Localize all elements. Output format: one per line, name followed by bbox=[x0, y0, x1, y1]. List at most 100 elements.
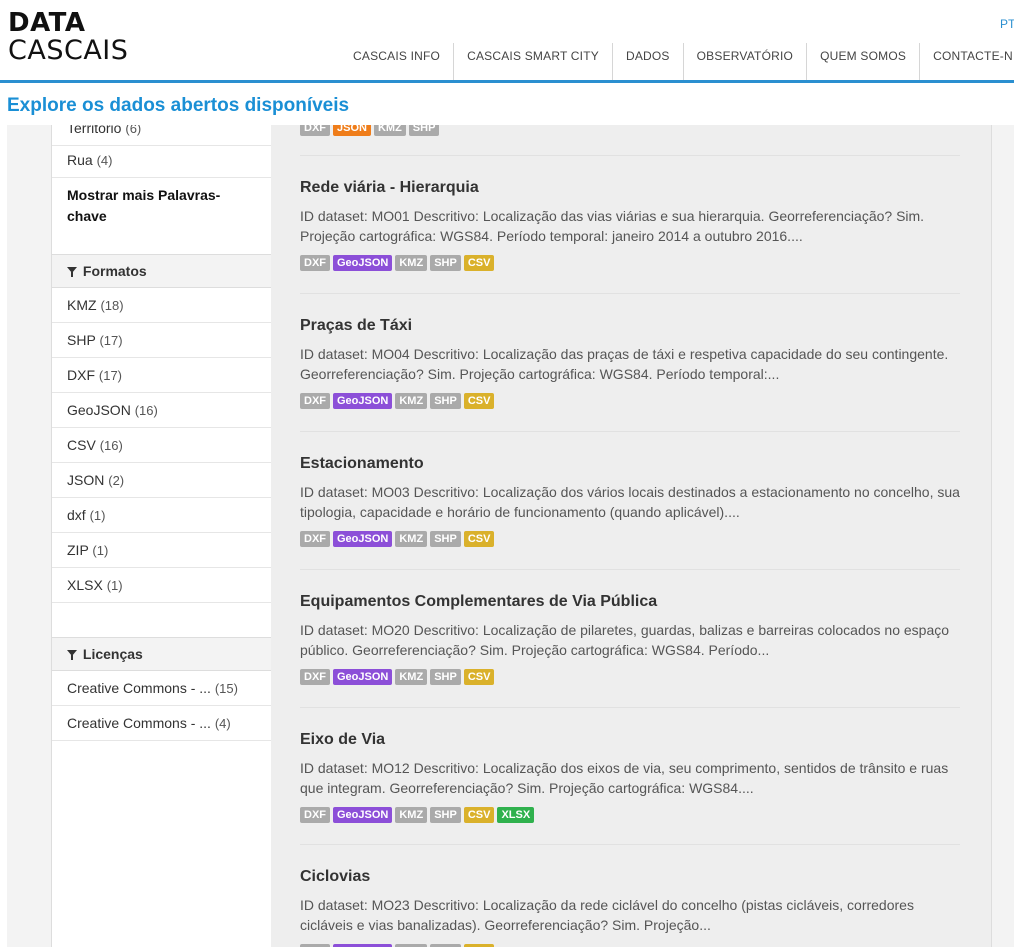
format-badge-csv: CSV bbox=[463, 531, 495, 547]
dataset-description: ID dataset: MO03 Descritivo: Localização… bbox=[300, 482, 960, 522]
facet-label: GeoJSON bbox=[67, 402, 131, 418]
dataset-description-line: cicláveis e vias banalizadas). Georrefer… bbox=[300, 917, 711, 933]
header-divider bbox=[0, 80, 1014, 83]
facet-count: (4) bbox=[96, 153, 113, 168]
dataset-description-line: tipologia, capacidade e horário de funci… bbox=[300, 504, 740, 520]
show-more-keywords-link[interactable]: Mostrar mais Palavras-chave bbox=[67, 185, 247, 227]
dataset-description-line: Projeção cartográfica: WGS84. Período te… bbox=[300, 228, 803, 244]
format-badge-kmz: KMZ bbox=[373, 125, 406, 136]
dataset-description-line: ID dataset: MO20 Descritivo: Localização… bbox=[300, 622, 950, 638]
format-badge-geojson: GeoJSON bbox=[333, 393, 393, 409]
main-nav: CASCAIS INFO CASCAIS SMART CITY DADOS OB… bbox=[340, 43, 1014, 80]
facet-format-xlsx[interactable]: XLSX (1) bbox=[52, 568, 272, 603]
facet-label: ZIP bbox=[67, 542, 89, 558]
divider bbox=[300, 569, 960, 570]
divider bbox=[300, 844, 960, 845]
dataset-item: Eixo de Via ID dataset: MO12 Descritivo:… bbox=[300, 730, 960, 823]
dataset-title-link[interactable]: Eixo de Via bbox=[300, 730, 960, 750]
nav-cascais-smart-city[interactable]: CASCAIS SMART CITY bbox=[453, 43, 612, 80]
format-badge-dxf: DXF bbox=[300, 255, 330, 271]
format-badge-shp: SHP bbox=[430, 531, 461, 547]
format-badge-json: JSON bbox=[333, 125, 371, 136]
format-badges: DXF JSON KMZ SHP bbox=[300, 125, 440, 136]
divider bbox=[300, 155, 960, 156]
facet-label: CSV bbox=[67, 437, 96, 453]
facet-label: DXF bbox=[67, 367, 95, 383]
format-badge-kmz: KMZ bbox=[395, 531, 428, 547]
dataset-title-link[interactable]: Rede viária - Hierarquia bbox=[300, 178, 960, 198]
licenses-heading: Licenças bbox=[52, 637, 272, 671]
nav-quem-somos[interactable]: QUEM SOMOS bbox=[806, 43, 919, 80]
facet-format-dxf-lower[interactable]: dxf (1) bbox=[52, 498, 272, 533]
dataset-title-link[interactable]: Ciclovias bbox=[300, 867, 960, 887]
facet-label: KMZ bbox=[67, 297, 97, 313]
format-badge-csv: CSV bbox=[463, 807, 495, 823]
data-cascais-logo[interactable]: DATA CASCAIS bbox=[8, 9, 128, 65]
format-badges: DXF GeoJSON KMZ SHP CSV XLSX bbox=[300, 807, 960, 823]
format-badges: DXFGeoJSONKMZSHPCSV bbox=[300, 531, 960, 547]
facet-format-json[interactable]: JSON (2) bbox=[52, 463, 272, 498]
dataset-title-link[interactable]: Equipamentos Complementares de Via Públi… bbox=[300, 592, 960, 612]
format-badge-geojson: GeoJSON bbox=[333, 531, 393, 547]
format-badge-geojson: GeoJSON bbox=[333, 807, 393, 823]
content-area: Território (6) Rua (4) Mostrar mais Pala… bbox=[7, 125, 1014, 947]
dataset-item: Praças de Táxi ID dataset: MO04 Descriti… bbox=[300, 316, 960, 409]
divider bbox=[300, 431, 960, 432]
facet-format-kmz[interactable]: KMZ (18) bbox=[52, 288, 272, 323]
facet-format-geojson[interactable]: GeoJSON (16) bbox=[52, 393, 272, 428]
facets-sidebar: Território (6) Rua (4) Mostrar mais Pala… bbox=[51, 125, 273, 947]
facet-label: JSON bbox=[67, 472, 105, 488]
dataset-description-line: ID dataset: MO04 Descritivo: Localização… bbox=[300, 346, 949, 362]
licenses-title: Licenças bbox=[82, 646, 143, 662]
dataset-description-line: ID dataset: MO01 Descritivo: Localização… bbox=[300, 208, 925, 224]
dataset-item: Ciclovias ID dataset: MO23 Descritivo: L… bbox=[300, 867, 960, 947]
nav-cascais-info[interactable]: CASCAIS INFO bbox=[340, 43, 453, 80]
nav-dados[interactable]: DADOS bbox=[611, 43, 683, 80]
dataset-title-link[interactable]: Estacionamento bbox=[300, 454, 960, 474]
format-badge-dxf: DXF bbox=[300, 807, 330, 823]
facet-license-2[interactable]: Creative Commons - ... (4) bbox=[52, 706, 272, 741]
dataset-title-link[interactable]: Praças de Táxi bbox=[300, 316, 960, 336]
facet-format-shp[interactable]: SHP (17) bbox=[52, 323, 272, 358]
facet-keyword-rua[interactable]: Rua (4) bbox=[52, 143, 272, 178]
facet-label: XLSX bbox=[67, 577, 103, 593]
facet-label: Creative Commons - ... bbox=[67, 715, 211, 731]
format-badges: DXFGeoJSONKMZSHPCSV bbox=[300, 255, 960, 271]
nav-observatorio[interactable]: OBSERVATÓRIO bbox=[682, 43, 806, 80]
facet-count: (1) bbox=[92, 543, 109, 558]
facet-count: (16) bbox=[99, 438, 123, 453]
logo-line-2: CASCAIS bbox=[8, 35, 129, 66]
format-badge-kmz: KMZ bbox=[395, 393, 428, 409]
facet-label: Território bbox=[67, 125, 122, 136]
format-badge-csv: CSV bbox=[463, 669, 495, 685]
language-switch[interactable]: PT bbox=[1000, 17, 1014, 31]
facet-label: Rua bbox=[67, 152, 93, 168]
facet-format-dxf[interactable]: DXF (17) bbox=[52, 358, 272, 393]
dataset-description: ID dataset: MO04 Descritivo: Localização… bbox=[300, 344, 960, 384]
dataset-description: ID dataset: MO20 Descritivo: Localização… bbox=[300, 620, 960, 660]
facet-format-zip[interactable]: ZIP (1) bbox=[52, 533, 272, 568]
format-badge-shp: SHP bbox=[430, 669, 461, 685]
dataset-item: Equipamentos Complementares de Via Públi… bbox=[300, 592, 960, 685]
divider bbox=[300, 707, 960, 708]
facet-count: (15) bbox=[214, 681, 238, 696]
format-badge-csv: CSV bbox=[463, 393, 495, 409]
dataset-list: DXF JSON KMZ SHP Rede viária - Hierarquia I… bbox=[271, 125, 992, 947]
facet-license-1[interactable]: Creative Commons - ... (15) bbox=[52, 671, 272, 706]
format-badge-dxf: DXF bbox=[300, 531, 330, 547]
dataset-description: ID dataset: MO23 Descritivo: Localização… bbox=[300, 895, 960, 935]
facet-count: (1) bbox=[89, 508, 106, 523]
format-badge-shp: SHP bbox=[408, 125, 440, 136]
site-header: DATA CASCAIS PT CASCAIS INFO CASCAIS SMA… bbox=[0, 0, 1014, 80]
divider bbox=[300, 293, 960, 294]
formats-title: Formatos bbox=[82, 263, 147, 279]
facet-count: (17) bbox=[99, 333, 123, 348]
facet-count: (4) bbox=[214, 716, 231, 731]
formats-heading: Formatos bbox=[52, 254, 272, 288]
facet-format-csv[interactable]: CSV (16) bbox=[52, 428, 272, 463]
format-badge-dxf: DXF bbox=[300, 125, 330, 136]
logo-line-1: DATA bbox=[8, 8, 86, 38]
facet-count: (16) bbox=[134, 403, 158, 418]
format-badge-shp: SHP bbox=[430, 807, 461, 823]
nav-contacte-nos[interactable]: CONTACTE-N bbox=[919, 43, 1014, 80]
